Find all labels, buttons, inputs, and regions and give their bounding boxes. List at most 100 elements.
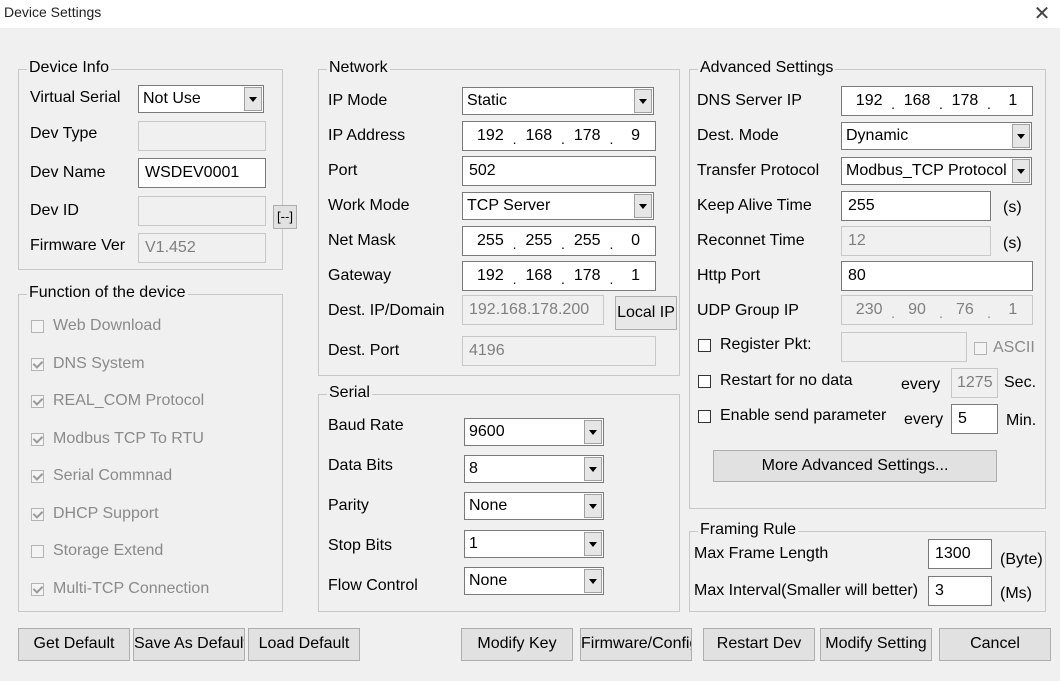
chevron-down-icon[interactable] bbox=[584, 532, 602, 556]
ascii-checkbox: ASCII bbox=[974, 339, 1035, 357]
work-mode-select[interactable]: TCP Server bbox=[462, 192, 654, 220]
max-interval-field[interactable]: 3 bbox=[928, 576, 992, 606]
chevron-down-icon[interactable] bbox=[634, 194, 652, 218]
ip-octet: 168 bbox=[525, 127, 553, 144]
data-bits-select[interactable]: 8 bbox=[464, 455, 604, 483]
chevron-down-icon[interactable] bbox=[1012, 124, 1030, 148]
checkbox-icon bbox=[31, 319, 44, 333]
gateway-label: Gateway bbox=[328, 267, 392, 284]
checkbox-checked-icon bbox=[31, 357, 44, 371]
restart-no-data-label: Restart for no data bbox=[720, 372, 853, 389]
checkbox-icon bbox=[31, 544, 44, 558]
dest-ip-label: Dest. IP/Domain bbox=[328, 302, 445, 319]
flow-control-value: None bbox=[469, 572, 508, 589]
network-legend: Network bbox=[327, 59, 390, 77]
register-pkt-checkbox[interactable]: Register Pkt: bbox=[698, 336, 812, 354]
keep-alive-unit: (s) bbox=[1003, 199, 1022, 216]
restart-dev-button[interactable]: Restart Dev bbox=[703, 628, 815, 661]
title-bar: Device Settings ✕ bbox=[0, 0, 1060, 28]
stop-bits-label: Stop Bits bbox=[328, 537, 393, 554]
checkbox-checked-icon bbox=[31, 469, 44, 483]
close-icon[interactable]: ✕ bbox=[1030, 1, 1054, 26]
http-port-field[interactable]: 80 bbox=[841, 261, 1033, 291]
function-label: Modbus TCP To RTU bbox=[53, 430, 204, 447]
ip-octet: 0 bbox=[631, 232, 641, 249]
data-bits-label: Data Bits bbox=[328, 457, 393, 474]
parity-select[interactable]: None bbox=[464, 492, 604, 520]
udp-group-input: 230. 90. 76. 1 bbox=[841, 295, 1033, 325]
checkbox-icon[interactable] bbox=[698, 374, 711, 388]
dev-type-label: Dev Type bbox=[30, 125, 98, 142]
function-label: Multi-TCP Connection bbox=[53, 580, 210, 597]
checkbox-checked-icon bbox=[31, 582, 44, 596]
chevron-down-icon[interactable] bbox=[634, 89, 652, 113]
baud-rate-select[interactable]: 9600 bbox=[464, 418, 604, 446]
ip-octet: 192 bbox=[477, 267, 504, 284]
chevron-down-icon[interactable] bbox=[584, 569, 602, 593]
ip-octet: 1 bbox=[1008, 301, 1018, 318]
modify-key-button[interactable]: Modify Key bbox=[461, 628, 573, 661]
dev-name-field[interactable]: WSDEV0001 bbox=[138, 158, 266, 188]
chevron-down-icon[interactable] bbox=[1012, 159, 1030, 183]
work-mode-label: Work Mode bbox=[328, 197, 410, 214]
ip-octet: 192 bbox=[477, 127, 504, 144]
data-bits-value: 8 bbox=[469, 460, 478, 477]
dns-label: DNS Server IP bbox=[697, 92, 802, 109]
dest-port-label: Dest. Port bbox=[328, 342, 400, 359]
restart-no-data-checkbox[interactable]: Restart for no data bbox=[698, 372, 853, 390]
flow-control-select[interactable]: None bbox=[464, 567, 604, 595]
dest-port-field: 4196 bbox=[462, 336, 656, 366]
net-mask-input[interactable]: 255. 255. 255. 0 bbox=[462, 226, 656, 256]
chevron-down-icon[interactable] bbox=[244, 87, 262, 111]
function-multi-tcp: Multi-TCP Connection bbox=[31, 580, 209, 598]
cancel-button[interactable]: Cancel bbox=[939, 628, 1051, 661]
transfer-protocol-label: Transfer Protocol bbox=[697, 162, 820, 179]
restart-unit: Sec. bbox=[1004, 374, 1037, 391]
ip-address-input[interactable]: 192. 168. 178. 9 bbox=[462, 121, 656, 151]
stop-bits-select[interactable]: 1 bbox=[464, 530, 604, 558]
max-frame-field[interactable]: 1300 bbox=[928, 539, 992, 569]
enable-send-interval-field[interactable]: 5 bbox=[951, 404, 998, 434]
load-default-button[interactable]: Load Default bbox=[248, 628, 360, 661]
dns-input[interactable]: 192. 168. 178. 1 bbox=[841, 86, 1033, 116]
work-mode-value: TCP Server bbox=[467, 197, 551, 214]
ip-mode-select[interactable]: Static bbox=[462, 87, 654, 115]
virtual-serial-select[interactable]: Not Use bbox=[138, 85, 264, 113]
function-label: Serial Commnad bbox=[53, 467, 173, 484]
ascii-label: ASCII bbox=[993, 339, 1035, 356]
gateway-input[interactable]: 192. 168. 178. 1 bbox=[462, 261, 656, 291]
firmware-config-button[interactable]: Firmware/Config bbox=[580, 628, 692, 661]
ip-octet: 255 bbox=[573, 232, 601, 249]
more-advanced-settings-button[interactable]: More Advanced Settings... bbox=[713, 450, 997, 482]
get-default-button[interactable]: Get Default bbox=[18, 628, 130, 661]
save-as-default-button[interactable]: Save As Default bbox=[133, 628, 245, 661]
udp-group-label: UDP Group IP bbox=[697, 302, 799, 319]
keep-alive-field[interactable]: 255 bbox=[841, 191, 991, 221]
dev-id-button[interactable]: [--] bbox=[273, 205, 297, 229]
register-pkt-label: Register Pkt: bbox=[720, 336, 812, 353]
function-real-com: REAL_COM Protocol bbox=[31, 392, 204, 410]
enable-send-every-label: every bbox=[904, 411, 944, 428]
checkbox-icon[interactable] bbox=[698, 338, 711, 352]
modify-setting-button[interactable]: Modify Setting bbox=[820, 628, 932, 661]
dest-mode-select[interactable]: Dynamic bbox=[841, 122, 1032, 150]
enable-send-unit: Min. bbox=[1006, 412, 1037, 429]
chevron-down-icon[interactable] bbox=[584, 494, 602, 518]
ip-octet: 90 bbox=[908, 301, 926, 318]
checkbox-icon[interactable] bbox=[698, 409, 711, 423]
transfer-protocol-value: Modbus_TCP Protocol bbox=[846, 162, 1007, 179]
port-field[interactable]: 502 bbox=[462, 156, 656, 186]
transfer-protocol-select[interactable]: Modbus_TCP Protocol bbox=[841, 157, 1032, 185]
enable-send-param-checkbox[interactable]: Enable send parameter bbox=[698, 407, 886, 425]
chevron-down-icon[interactable] bbox=[584, 420, 602, 444]
dev-id-label: Dev ID bbox=[30, 202, 79, 219]
functions-group: Function of the device bbox=[18, 284, 283, 612]
local-ip-button[interactable]: Local IP bbox=[615, 296, 677, 330]
firmware-field: V1.452 bbox=[138, 233, 266, 263]
flow-control-label: Flow Control bbox=[328, 577, 418, 594]
function-label: Web Download bbox=[53, 317, 162, 334]
net-mask-label: Net Mask bbox=[328, 232, 396, 249]
chevron-down-icon[interactable] bbox=[584, 457, 602, 481]
ip-dot: . bbox=[891, 305, 896, 321]
ip-mode-label: IP Mode bbox=[328, 92, 388, 109]
